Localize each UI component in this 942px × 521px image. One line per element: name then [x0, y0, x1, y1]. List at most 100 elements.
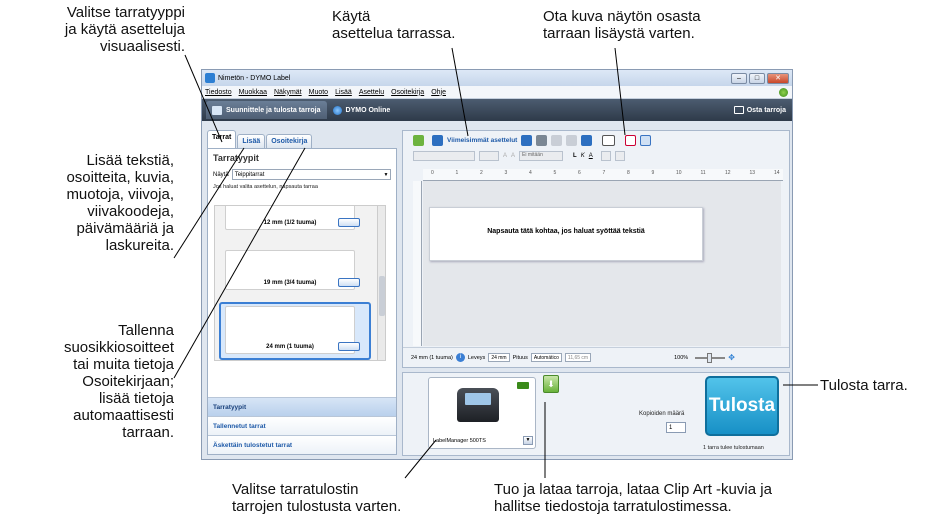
window-title: Nimetön - DYMO Label [218, 74, 291, 82]
zoom-slider-thumb[interactable] [707, 352, 713, 363]
menu-view[interactable]: Näkymät [274, 89, 302, 96]
menu-edit[interactable]: Muokkaa [239, 89, 267, 96]
shrink-font-icon[interactable]: A [511, 153, 515, 159]
copies-label: Kopioiden määrä [639, 411, 685, 417]
annotation-screen-capture: Ota kuva näytön osasta tarraan lisäystä … [543, 8, 701, 42]
app-icon [205, 73, 215, 83]
italic-icon[interactable]: K [581, 153, 585, 159]
format-toolbar: A A Ei mitään L K A [403, 149, 789, 163]
underline-icon[interactable]: A [589, 153, 593, 159]
print-button[interactable]: Tulosta [705, 376, 779, 436]
print-count-status: 1 tarra tulee tulostumaan [703, 445, 764, 451]
label-type-list: 12 mm (1/2 tuuma) 19 mm (3/4 tuuma) 24 m… [214, 205, 386, 361]
fit-zoom-icon[interactable]: ✥ [728, 353, 735, 362]
menu-file[interactable]: Tiedosto [205, 89, 232, 96]
save-icon[interactable] [521, 134, 533, 146]
bold-icon[interactable]: L [573, 153, 577, 159]
printer-screen [465, 393, 491, 405]
border-select[interactable]: Ei mitään [519, 151, 564, 161]
layout-icon[interactable] [432, 134, 443, 146]
show-label: Näytä [213, 171, 229, 178]
tab-labels[interactable]: Tarrat [207, 130, 237, 148]
label-icon [212, 105, 222, 115]
printer-image [457, 388, 499, 422]
length-label: Pituus [512, 354, 528, 361]
section-recent-labels[interactable]: Äskettäin tulostetut tarrat [208, 435, 396, 454]
label-filter-select[interactable]: Teippitarrat ▼ [231, 169, 391, 180]
ruler-tick: 3 [504, 170, 508, 176]
layout-options-icon[interactable] [338, 218, 360, 227]
tab-dymo-online[interactable]: DYMO Online [327, 101, 397, 119]
font-size-select[interactable] [479, 151, 499, 161]
window-controls: – □ ✕ [731, 72, 789, 84]
printer-name: LabelManager 500TS [433, 437, 486, 444]
printer-select[interactable]: LabelManager 500TS ▼ [431, 435, 533, 446]
battery-icon [517, 382, 529, 389]
update-icon[interactable] [779, 87, 788, 97]
label-24mm[interactable]: 24 mm (1 tuuma) [225, 306, 360, 354]
preview-icon[interactable] [602, 134, 616, 146]
menu-format[interactable]: Muoto [309, 89, 328, 96]
left-tabs: Tarrat Lisää Osoitekirja [207, 130, 397, 148]
text-frame-icon[interactable] [625, 134, 637, 146]
info-icon[interactable]: i [455, 353, 465, 362]
length-field[interactable]: 11,65 cm [564, 353, 592, 362]
ruler-tick: 12 [725, 170, 731, 176]
zoom-level: 100% [674, 354, 689, 361]
buy-labels-button[interactable]: Osta tarroja [733, 106, 786, 114]
copies-stepper[interactable]: 1 [666, 422, 686, 433]
label-placeholder-text[interactable]: Napsauta tätä kohtaa, jos haluat syöttää… [430, 228, 702, 235]
editor-toolbar: Viimeisimmät asettelut [403, 131, 789, 149]
annotation-select-label-type: Valitse tarratyyppi ja käytä asetteluja … [64, 4, 185, 55]
undo-icon[interactable] [566, 134, 578, 146]
paste-icon[interactable] [551, 134, 563, 146]
horizontal-ruler: 0 1 2 3 4 5 6 7 8 9 10 11 12 13 14 [423, 169, 783, 181]
label-preview[interactable]: Napsauta tätä kohtaa, jos haluat syöttää… [429, 207, 703, 261]
annotation-use-layout: Käytä asettelua tarrassa. [332, 8, 456, 42]
menu-help[interactable]: Ohje [431, 89, 446, 96]
globe-icon [332, 105, 342, 115]
screen-capture-icon[interactable] [581, 134, 593, 146]
label-canvas[interactable]: Napsauta tätä kohtaa, jos haluat syöttää… [423, 181, 781, 346]
layout-options-icon[interactable] [338, 342, 360, 351]
label-19mm[interactable]: 19 mm (3/4 tuuma) [225, 250, 360, 290]
ruler-tick: 9 [651, 170, 655, 176]
dymo-label-window: Nimetön - DYMO Label – □ ✕ Tiedosto Muok… [201, 69, 793, 460]
width-select[interactable]: 24 mm [488, 353, 510, 362]
label-list-scrollbar[interactable] [377, 206, 385, 360]
download-arrow-button[interactable]: ⬇ [543, 375, 559, 393]
tab-insert[interactable]: Lisää [237, 134, 266, 148]
section-saved-labels[interactable]: Tallennetut tarrat [208, 416, 396, 435]
ruler-tick: 0 [431, 170, 434, 176]
close-button[interactable]: ✕ [767, 72, 789, 84]
insert-icon[interactable] [413, 134, 424, 146]
length-select[interactable]: Automático [530, 353, 562, 362]
label-editor: Viimeisimmät asettelut A A Ei mitään L K… [402, 130, 790, 368]
cart-icon [733, 106, 744, 114]
ruler-tick: 1 [455, 170, 459, 176]
align-center-icon[interactable] [614, 151, 625, 161]
minimize-button[interactable]: – [731, 72, 747, 84]
tab-address-book[interactable]: Osoitekirja [266, 134, 313, 148]
chevron-down-icon[interactable]: ▼ [523, 436, 533, 445]
printer-selector[interactable]: LabelManager 500TS ▼ [428, 377, 536, 449]
annotation-select-printer: Valitse tarratulostin tarrojen tulostust… [232, 481, 402, 515]
font-select[interactable] [413, 151, 475, 161]
maximize-button[interactable]: □ [749, 72, 765, 84]
menu-insert[interactable]: Lisää [335, 89, 352, 96]
menu-layout[interactable]: Asettelu [359, 89, 384, 96]
grow-font-icon[interactable]: A [503, 153, 507, 159]
scrollbar-thumb[interactable] [379, 276, 385, 316]
text-fit-icon[interactable] [640, 134, 652, 146]
menu-address-book[interactable]: Osoitekirja [391, 89, 424, 96]
print-icon[interactable] [536, 134, 548, 146]
layout-options-icon[interactable] [338, 278, 360, 287]
section-label-types[interactable]: Tarratyypit [208, 397, 396, 416]
ruler-tick: 13 [749, 170, 756, 176]
label-12mm[interactable]: 12 mm (1/2 tuuma) [225, 206, 360, 230]
zoom-slider[interactable] [695, 352, 726, 363]
tab-design-print[interactable]: Suunnittele ja tulosta tarroja [206, 101, 327, 119]
recent-layouts-button[interactable]: Viimeisimmät asettelut [447, 137, 517, 144]
annotation-insert-items: Lisää tekstiä, osoitteita, kuvia, muotoj… [66, 152, 174, 254]
align-left-icon[interactable] [600, 151, 611, 161]
